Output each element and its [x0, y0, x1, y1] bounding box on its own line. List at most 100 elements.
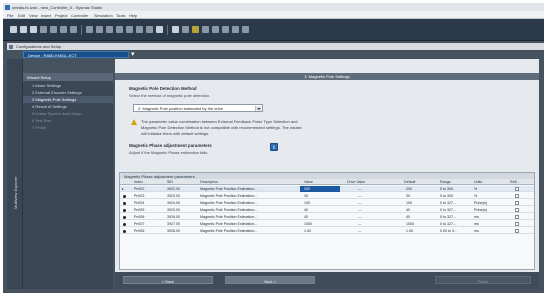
cell-value[interactable]: 40	[304, 208, 308, 212]
pointer-icon[interactable]	[172, 26, 179, 33]
info-icon: i	[273, 144, 275, 151]
table-row[interactable]: Pn928 3928.00 Magnetic Pole Position Estim…	[120, 228, 534, 234]
toolbar-separator	[167, 25, 168, 35]
reflect-checkbox[interactable]	[515, 208, 519, 212]
table-row[interactable]: Pn925 3925.00 Magnetic Pole Position Estim…	[120, 207, 534, 213]
cell-value[interactable]: 100	[304, 201, 310, 205]
multiview-explorer-collapsed[interactable]: Multiview Explorer	[7, 59, 23, 289]
redo-icon[interactable]	[86, 26, 93, 33]
build-icon[interactable]	[106, 26, 113, 33]
reflect-checkbox[interactable]	[515, 201, 519, 205]
menu-simulation[interactable]: Simulation	[94, 13, 113, 18]
column-header-description[interactable]: Description	[200, 180, 218, 184]
simulation-icon[interactable]	[212, 26, 219, 33]
wizard-step-auto-setup: 5 Linear System Auto Setup	[23, 110, 113, 117]
open-icon[interactable]	[20, 26, 27, 33]
tab-device[interactable]: Device : R88D-KN01L-ECT	[23, 51, 129, 58]
transfer-icon[interactable]	[136, 26, 143, 33]
cell-value[interactable]: 1.00	[304, 229, 311, 233]
column-header-drive-value[interactable]: Drive Value	[347, 180, 365, 184]
cell-drive-value: ---	[358, 214, 362, 219]
reflect-checkbox[interactable]	[515, 229, 519, 233]
table-row[interactable]: Pn927 3927.00 Magnetic Pole Position Estim…	[120, 221, 534, 227]
cell-range: 0 to 300	[440, 186, 453, 191]
next-button[interactable]: Next >	[225, 276, 315, 284]
cell-index: Pn922	[134, 186, 145, 191]
table-row[interactable]: Pn923 3923.00 Magnetic Pole Position Estim…	[120, 193, 534, 199]
wizard-step-label: 7 Finish	[32, 125, 47, 131]
warning-text-line-3: will initialize them with default settin…	[141, 131, 210, 136]
cell-value[interactable]: 40	[304, 215, 308, 219]
column-header-default[interactable]: Default	[404, 180, 415, 184]
reflect-checkbox[interactable]	[515, 215, 519, 219]
cell-sid: 3922.00	[167, 186, 180, 191]
undo-icon[interactable]	[70, 26, 77, 33]
stop-icon[interactable]	[202, 26, 209, 33]
menu-project[interactable]: Project	[55, 13, 67, 18]
reflect-checkbox[interactable]	[515, 187, 519, 191]
wizard-step-motor-settings[interactable]: 1 Motor Settings	[23, 82, 113, 89]
reset-icon[interactable]	[232, 26, 239, 33]
reflect-checkbox[interactable]	[515, 194, 519, 198]
column-header-range[interactable]: Range	[440, 180, 451, 184]
monitor-icon[interactable]	[156, 26, 163, 33]
phase-adjustment-toggle-button[interactable]: i	[270, 143, 278, 151]
app-logo-icon	[5, 4, 10, 10]
cell-units: Pulse(s)	[474, 200, 488, 205]
cell-range: 0 to 327...	[440, 214, 456, 219]
wizard-step-label: 3 Magnetic Pole Settings	[32, 97, 77, 103]
paste-icon[interactable]	[60, 26, 67, 33]
save-icon[interactable]	[30, 26, 37, 33]
cell-default: 200	[406, 186, 412, 191]
cell-sid: 3925.00	[167, 207, 180, 212]
settings-icon[interactable]	[242, 26, 249, 33]
finish-button-label: Finish	[477, 278, 489, 284]
cell-drive-value: ---	[358, 207, 362, 212]
phase-adjustment-subtitle: Adjust if the Magnetic Phase estimation …	[129, 150, 209, 155]
back-button[interactable]: < Back	[123, 276, 213, 284]
cell-index: Pn928	[134, 228, 145, 233]
menu-insert[interactable]: Insert	[41, 13, 51, 18]
run-icon[interactable]	[182, 26, 189, 33]
cut-icon[interactable]	[40, 26, 47, 33]
wizard-step-magnetic-pole[interactable]: 3 Magnetic Pole Settings	[23, 96, 113, 103]
cell-description: Magnetic Pole Position Estimation...	[200, 193, 258, 198]
column-header-sid[interactable]: SID	[167, 180, 173, 184]
row-bullet-icon	[123, 208, 126, 212]
menu-help[interactable]: Help	[129, 13, 137, 18]
offline-icon[interactable]	[126, 26, 133, 33]
detection-method-select[interactable]: 2: Magnetic Pole position estimated by t…	[133, 104, 263, 112]
reflect-checkbox[interactable]	[515, 222, 519, 226]
column-header-reflect[interactable]: Refl...	[510, 180, 519, 184]
menu-file[interactable]: File	[7, 13, 13, 18]
menu-view[interactable]: View	[29, 13, 38, 18]
search-icon[interactable]	[96, 26, 103, 33]
cell-value[interactable]: 1000	[304, 222, 312, 226]
tab-dropdown-icon[interactable]: ▾	[131, 50, 135, 58]
wizard-step-external-encoder[interactable]: 2 External Encoder Settings	[23, 89, 113, 96]
compare-icon[interactable]	[146, 26, 153, 33]
warning-text-line-1: The parameter value combination between …	[141, 119, 298, 124]
menu-edit[interactable]: Edit	[18, 13, 25, 18]
new-project-icon[interactable]	[10, 26, 17, 33]
cell-index: Pn923	[134, 193, 145, 198]
online-icon[interactable]	[116, 26, 123, 33]
table-row[interactable]: Pn926 3926.00 Magnetic Pole Position Estim…	[120, 214, 534, 220]
table-row[interactable]: ▸ Pn922 3922.00 Magnetic Pole Position Esti…	[120, 186, 534, 192]
step-icon[interactable]	[222, 26, 229, 33]
table-row[interactable]: Pn924 3924.00 Magnetic Pole Position Estim…	[120, 200, 534, 206]
row-cursor-icon: ▸	[122, 186, 124, 191]
next-button-label: Next >	[264, 278, 276, 284]
wizard-step-result[interactable]: 4 Result of Settings	[23, 103, 113, 110]
menu-controller[interactable]: Controller	[71, 13, 88, 18]
column-header-value[interactable]: Value	[304, 180, 313, 184]
cell-value: 200	[304, 186, 310, 191]
value-editor[interactable]: 200	[300, 186, 340, 192]
column-header-units[interactable]: Units	[474, 180, 482, 184]
copy-icon[interactable]	[50, 26, 57, 33]
warning-tool-icon[interactable]	[192, 26, 199, 33]
chevron-down-icon[interactable]	[255, 106, 261, 111]
menu-tools[interactable]: Tools	[116, 13, 125, 18]
column-header-index[interactable]: Index	[134, 180, 143, 184]
cell-value[interactable]: 30	[304, 194, 308, 198]
